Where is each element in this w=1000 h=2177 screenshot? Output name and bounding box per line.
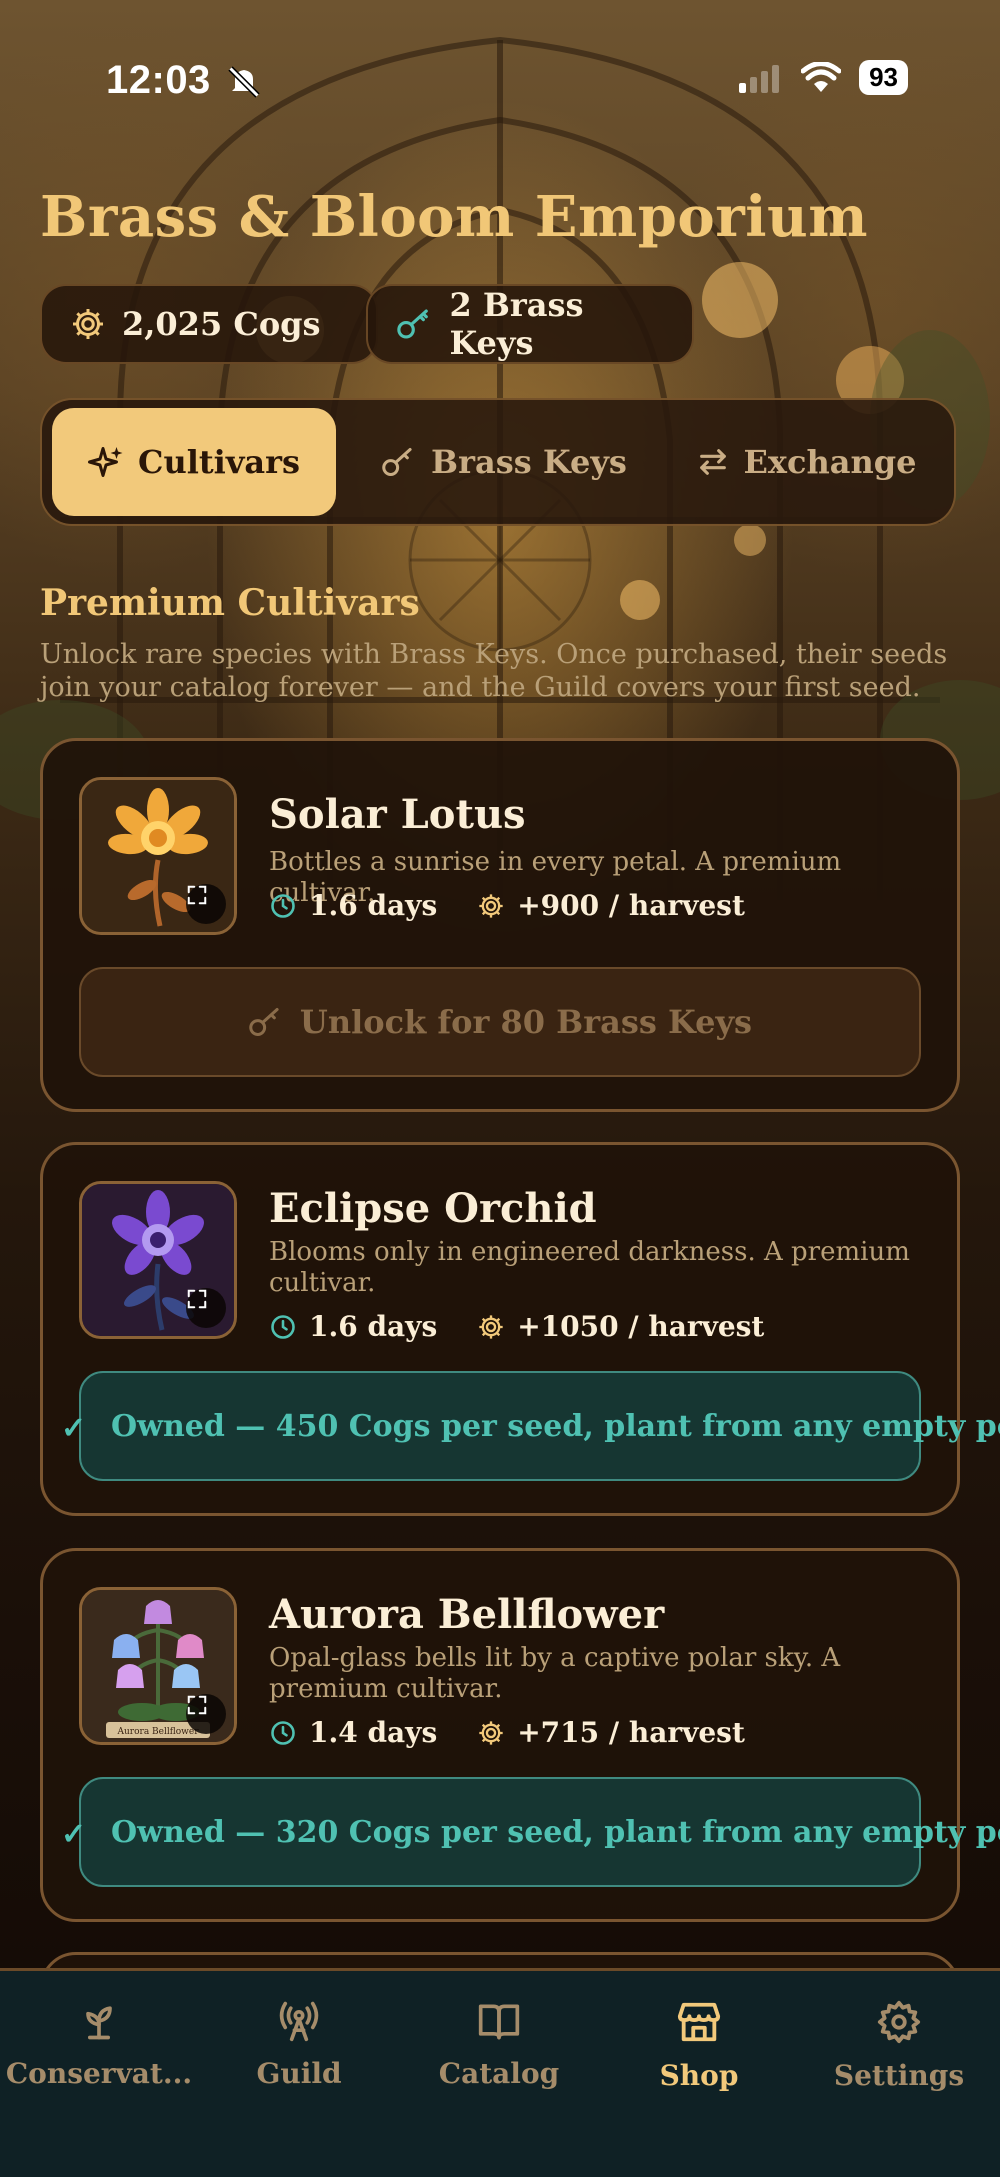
status-icons: 93 [739,60,908,95]
key-icon [249,1008,279,1036]
signal-icon [739,64,780,93]
cultivar-meta: 1.6 days +1050 / harvest [269,1310,764,1343]
nav-item-settings[interactable]: Settings [809,1999,989,2092]
tab-exchange-label: Exchange [743,443,917,481]
solar-lotus-image[interactable] [79,777,237,935]
owned-status-button[interactable]: ✓ Owned — 450 Cogs per seed, plant from … [61,1371,1000,1481]
cog-icon [479,1720,503,1745]
page-title: Brass & Bloom Emporium [40,184,868,250]
key-icon [397,309,428,339]
grow-time: 1.6 days [309,889,438,922]
tab-brass-keys-label: Brass Keys [431,443,627,481]
cultivar-description: Blooms only in engineered darkness. A pr… [269,1237,910,1298]
eclipse-orchid-image[interactable] [79,1181,237,1339]
nav-item-conservatory[interactable]: Conservat... [5,1999,193,2090]
key-icon [382,448,412,476]
nav-item-catalog[interactable]: Catalog [409,1999,589,2090]
unlock-button-label: Unlock for 80 Brass Keys [299,1003,753,1041]
bell-off-icon [228,66,260,98]
nav-label: Conservat... [5,2057,193,2090]
harvest-yield: +1050 / harvest [517,1310,765,1343]
bottom-navigation: Conservat... Guild Catalog Shop Settings [0,1968,1000,2177]
nav-label: Settings [833,2059,965,2092]
cultivar-card-aurora-bellflower: Aurora Bellflower Aurora Bellflower Opal… [40,1548,1000,1922]
clock-icon [271,1720,295,1745]
cultivar-meta: 1.6 days +900 / harvest [269,889,745,922]
status-time: 12:03 [106,58,211,102]
harvest-yield: +900 / harvest [517,889,745,922]
tab-cultivars-label: Cultivars [137,443,301,481]
nav-item-shop[interactable]: Shop [609,1999,789,2092]
aurora-bellflower-image[interactable]: Aurora Bellflower [79,1587,237,1745]
nav-label: Catalog [438,2057,560,2090]
nav-item-guild[interactable]: Guild [209,1999,389,2090]
nav-label: Guild [256,2057,342,2090]
owned-status-button[interactable]: ✓ Owned — 320 Cogs per seed, plant from … [61,1777,1000,1887]
section-description: Unlock rare species with Brass Keys. Onc… [40,639,948,703]
shop-tabs: Cultivars Brass Keys Exchange [40,398,956,526]
cogs-balance: 2,025 Cogs [40,284,378,364]
store-icon [677,2002,721,2042]
sprout-icon [86,2006,112,2040]
gear-icon [877,2000,921,2044]
wifi-icon [801,61,842,92]
cultivar-name: Eclipse Orchid [269,1185,597,1232]
harvest-yield: +715 / harvest [517,1716,745,1749]
swap-icon [699,449,726,475]
cultivar-description: Opal-glass bells lit by a captive polar … [269,1643,841,1704]
keys-balance-label: 2 Brass Keys [449,286,584,362]
expand-icon[interactable] [186,884,226,924]
book-icon [478,2004,520,2040]
cultivar-card-solar-lotus: Solar Lotus Bottles a sunrise in every p… [40,738,960,1112]
grow-time: 1.4 days [309,1716,438,1749]
cultivar-name: Aurora Bellflower [269,1591,665,1638]
check-icon: ✓ [61,1817,87,1852]
check-icon: ✓ [61,1411,87,1446]
cogs-balance-label: 2,025 Cogs [122,305,321,343]
owned-status-label: Owned — 450 Cogs per seed, plant from an… [111,1409,1000,1444]
cog-icon [479,1314,503,1339]
cultivar-card-eclipse-orchid: Eclipse Orchid Blooms only in engineered… [40,1142,1000,1516]
sparkle-icon [87,447,123,477]
expand-icon[interactable] [186,1288,226,1328]
cultivar-name: Solar Lotus [269,791,526,838]
unlock-button[interactable]: Unlock for 80 Brass Keys [79,967,921,1077]
cog-icon [73,309,103,339]
tab-cultivars[interactable]: Cultivars [52,408,336,516]
radio-tower-icon [279,2001,319,2042]
image-caption: Aurora Bellflower [117,1727,200,1737]
section-title: Premium Cultivars [40,582,420,624]
nav-label: Shop [659,2059,739,2092]
battery-indicator: 93 [859,60,908,95]
tab-exchange[interactable]: Exchange [664,408,948,516]
tab-brass-keys[interactable]: Brass Keys [354,408,654,516]
clock-icon [271,893,295,918]
owned-status-label: Owned — 320 Cogs per seed, plant from an… [111,1815,1000,1850]
grow-time: 1.6 days [309,1310,438,1343]
clock-icon [271,1314,295,1339]
cog-icon [479,893,503,918]
expand-icon[interactable] [186,1694,226,1734]
keys-balance: 2 Brass Keys [366,284,694,364]
cultivar-meta: 1.4 days +715 / harvest [269,1716,745,1749]
